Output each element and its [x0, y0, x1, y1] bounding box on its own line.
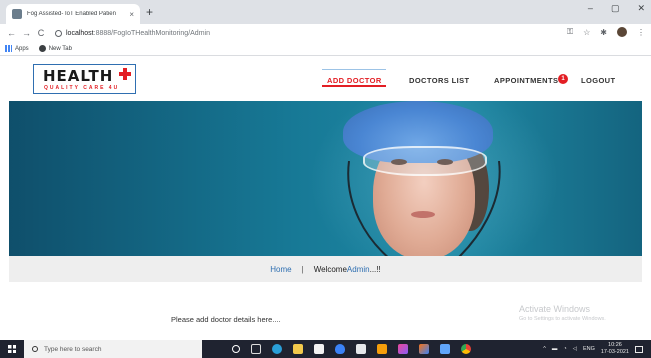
windows-taskbar: Type here to search ^ ▬ ◔ ◁ ENG 10:26 17… [0, 340, 651, 358]
tab-title: Fog Assisted- IoT Enabled Patien [27, 11, 116, 17]
url-host: localhost [66, 29, 94, 37]
forward-icon[interactable]: → [22, 28, 31, 38]
language-indicator[interactable]: ENG [583, 346, 595, 352]
extensions-icon[interactable]: ✱ [600, 28, 607, 37]
welcome-suffix: ...!! [369, 264, 381, 274]
chrome-icon[interactable] [461, 344, 471, 354]
profile-avatar-icon[interactable] [617, 27, 627, 37]
browser-tab-strip: Fog Assisted- IoT Enabled Patien × + – ▢… [0, 0, 651, 24]
nav-logout[interactable]: LOGOUT [581, 76, 615, 85]
logo-tagline: QUALITY CARE 4U [44, 85, 120, 91]
clock-time: 10:26 [608, 342, 622, 348]
notifications-icon[interactable] [635, 345, 643, 353]
paint-icon[interactable] [398, 344, 408, 354]
start-button[interactable] [0, 340, 24, 358]
url-path: :8888/FogIoTHealthMonitoring/Admin [93, 29, 210, 37]
search-placeholder: Type here to search [44, 345, 102, 353]
globe-icon [38, 45, 46, 52]
site-logo[interactable]: HEALTH QUALITY CARE 4U [33, 64, 136, 94]
breadcrumb-home-link[interactable]: Home [270, 265, 291, 274]
window-controls: – ▢ ✕ [588, 3, 645, 14]
bookmark-label: Apps [15, 45, 29, 52]
nav-active-overline [322, 69, 386, 70]
site-header: HEALTH QUALITY CARE 4U ADD DOCTOR DOCTOR… [0, 57, 651, 101]
edge-icon[interactable] [272, 344, 282, 354]
battery-icon[interactable]: ▬ [552, 346, 558, 352]
nav-active-underline [322, 85, 386, 87]
taskbar-clock[interactable]: 10:26 17-03-2021 [601, 342, 629, 356]
welcome-username: Admin [346, 264, 370, 274]
site-info-icon[interactable] [55, 29, 62, 37]
file-explorer-icon[interactable] [293, 344, 303, 354]
activate-windows-watermark: Activate Windows Go to Settings to activ… [519, 304, 606, 322]
search-icon [32, 346, 38, 352]
clock-date: 17-03-2021 [600, 349, 629, 355]
breadcrumb-separator: | [301, 264, 304, 274]
bookmark-star-icon[interactable]: ☆ [583, 28, 590, 37]
breadcrumb: Home | Welcome Admin ...!! [9, 256, 642, 282]
browser-tab[interactable]: Fog Assisted- IoT Enabled Patien × [6, 4, 140, 24]
maximize-button[interactable]: ▢ [611, 3, 620, 14]
store-icon[interactable] [314, 344, 324, 354]
apps-icon [5, 45, 12, 52]
watermark-title: Activate Windows [519, 304, 591, 314]
appointments-badge: 1 [558, 74, 568, 84]
toolbar-right: ⚿ ☆ ✱ ⋮ [567, 27, 645, 37]
reload-icon[interactable]: C [37, 28, 45, 38]
welcome-text: Welcome [313, 264, 347, 274]
logo-wordmark: HEALTH [43, 67, 114, 85]
favicon-icon [12, 9, 22, 19]
tray-chevron-icon[interactable]: ^ [543, 346, 546, 352]
system-tray: ^ ▬ ◔ ◁ ENG 10:26 17-03-2021 [543, 342, 643, 356]
nav-doctors-list[interactable]: DOCTORS LIST [409, 76, 470, 85]
pinned-apps [232, 344, 471, 354]
app-icon[interactable] [377, 344, 387, 354]
network-icon[interactable]: ◔ [563, 346, 566, 352]
key-icon[interactable]: ⚿ [567, 27, 573, 37]
tab-close-icon[interactable]: × [129, 10, 134, 19]
bookmarks-bar: Apps New Tab [0, 42, 651, 56]
menu-icon[interactable]: ⋮ [637, 28, 645, 37]
calendar-icon[interactable] [440, 344, 450, 354]
close-window-button[interactable]: ✕ [637, 3, 645, 14]
taskbar-search-input[interactable]: Type here to search [24, 340, 202, 358]
url-field[interactable]: localhost :8888/FogIoTHealthMonitoring/A… [55, 26, 210, 40]
bookmark-new-tab[interactable]: New Tab [38, 45, 72, 52]
bookmark-label: New Tab [48, 45, 72, 52]
task-view-icon[interactable] [251, 344, 261, 354]
nav-appointments[interactable]: APPOINTMENTS [494, 76, 558, 85]
watermark-subtitle: Go to Settings to activate Windows. [519, 316, 606, 322]
stethoscope-icon [347, 161, 501, 256]
bookmark-apps[interactable]: Apps [5, 45, 29, 52]
windows-logo-icon [8, 345, 16, 353]
add-doctor-instructions: Please add doctor details here.... [171, 315, 281, 324]
new-tab-button[interactable]: + [146, 5, 153, 19]
minimize-button[interactable]: – [588, 3, 593, 14]
security-icon[interactable] [335, 344, 345, 354]
back-icon[interactable]: ← [7, 28, 16, 38]
mail-icon[interactable] [356, 344, 366, 354]
volume-icon[interactable]: ◁ [573, 346, 577, 352]
nav-add-doctor[interactable]: ADD DOCTOR [327, 76, 382, 85]
address-bar: ← → C localhost :8888/FogIoTHealthMonito… [0, 24, 651, 42]
hero-banner [9, 101, 642, 256]
cortana-icon[interactable] [232, 345, 240, 353]
red-cross-icon [119, 68, 131, 80]
tool-icon[interactable] [419, 344, 429, 354]
